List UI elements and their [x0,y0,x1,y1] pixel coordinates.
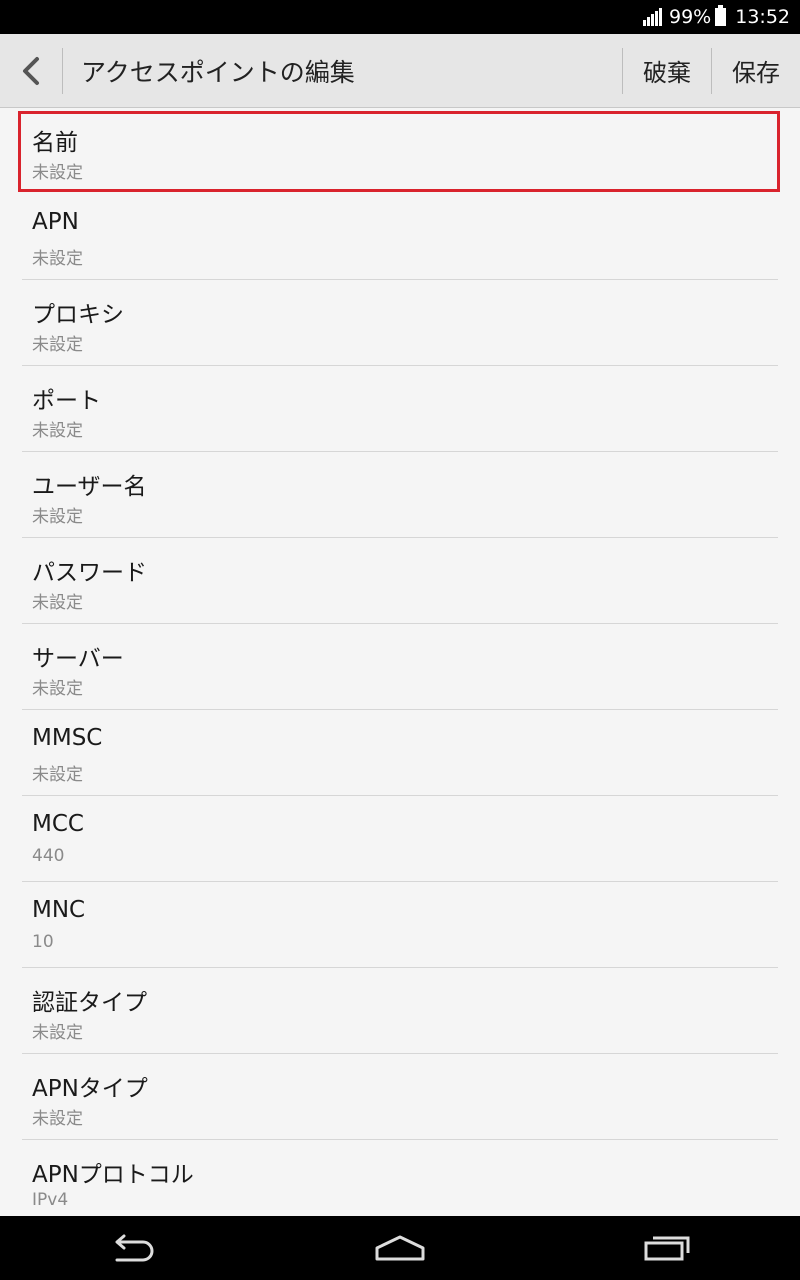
action-bar: アクセスポイントの編集 破棄 保存 [0,34,800,108]
setting-apn-protocol[interactable]: APNプロトコル IPv4 [22,1140,778,1216]
setting-value: 未設定 [32,1023,83,1043]
recents-icon [644,1236,690,1261]
save-button[interactable]: 保存 [712,34,800,108]
setting-port[interactable]: ポート 未設定 [22,366,778,452]
status-bar: 99% 13:52 [0,0,800,34]
setting-value: 未設定 [32,507,83,527]
setting-value: 440 [32,846,65,866]
setting-value: 未設定 [32,765,83,785]
setting-value: 未設定 [32,421,83,441]
page-title: アクセスポイントの編集 [81,57,355,87]
setting-apn[interactable]: APN 未設定 [22,194,778,280]
setting-label: ポート [32,388,101,414]
setting-value: IPv4 [32,1190,69,1210]
signal-icon [643,8,663,26]
setting-value: 10 [32,932,54,952]
setting-label: APN [32,209,79,235]
setting-label: 認証タイプ [32,990,147,1016]
apn-settings-list: 名前 未設定 APN 未設定 プロキシ 未設定 ポート 未設定 ユーザー名 未設… [0,108,800,1216]
setting-value: 未設定 [32,249,83,269]
navigation-bar [0,1216,800,1280]
setting-label: プロキシ [32,302,124,328]
setting-mmsc[interactable]: MMSC 未設定 [22,710,778,796]
battery-icon [715,5,727,26]
setting-mcc[interactable]: MCC 440 [22,796,778,882]
setting-value: 未設定 [32,335,83,355]
setting-mnc[interactable]: MNC 10 [22,882,778,968]
setting-apn-type[interactable]: APNタイプ 未設定 [22,1054,778,1140]
nav-back-button[interactable] [78,1216,188,1280]
setting-label: APNタイプ [32,1076,148,1102]
setting-proxy[interactable]: プロキシ 未設定 [22,280,778,366]
chevron-left-icon [23,56,39,85]
setting-value: 未設定 [32,679,83,699]
setting-label: ユーザー名 [32,474,147,500]
setting-label: 名前 [32,130,78,156]
battery-percent: 99% [669,6,712,28]
discard-button[interactable]: 破棄 [623,34,711,108]
back-button[interactable] [0,34,62,108]
setting-label: パスワード [32,560,147,586]
setting-auth-type[interactable]: 認証タイプ 未設定 [22,968,778,1054]
setting-label: APNプロトコル [32,1162,194,1188]
back-arrow-icon [115,1234,154,1262]
setting-label: MCC [32,811,84,837]
setting-label: サーバー [32,646,124,672]
setting-label: MMSC [32,725,103,751]
setting-label: MNC [32,897,86,923]
setting-value: 未設定 [32,1109,83,1129]
setting-password[interactable]: パスワード 未設定 [22,538,778,624]
setting-value: 未設定 [32,593,83,613]
clock: 13:52 [735,6,790,28]
nav-home-button[interactable] [345,1216,455,1280]
setting-server[interactable]: サーバー 未設定 [22,624,778,710]
setting-username[interactable]: ユーザー名 未設定 [22,452,778,538]
setting-value: 未設定 [32,163,83,183]
setting-name[interactable]: 名前 未設定 [22,108,778,194]
nav-recents-button[interactable] [612,1216,722,1280]
home-icon [375,1235,425,1261]
